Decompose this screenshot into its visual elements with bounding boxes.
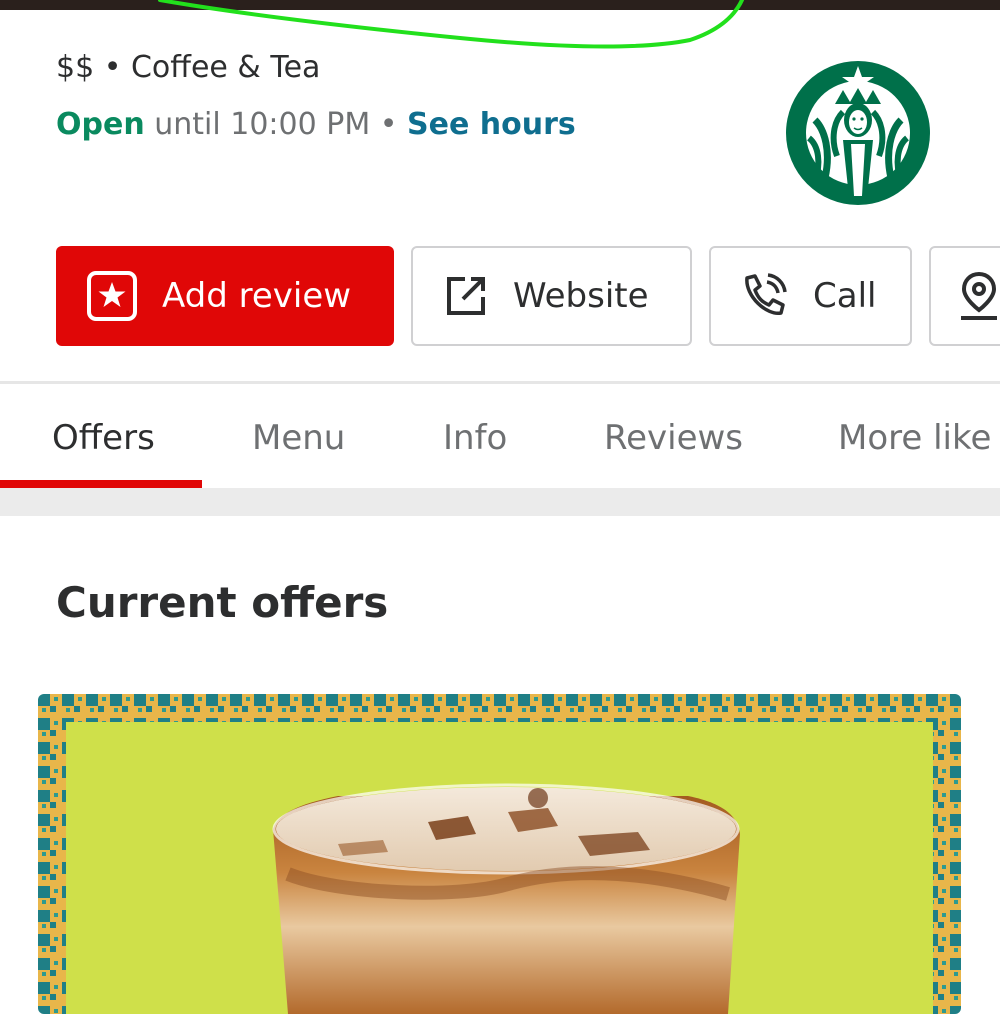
tab-offers[interactable]: Offers	[52, 418, 155, 458]
hours-separator: •	[379, 107, 398, 142]
offer-card[interactable]	[38, 694, 961, 1014]
see-hours-link[interactable]: See hours	[407, 107, 576, 142]
section-divider	[0, 381, 1000, 384]
active-tab-indicator	[0, 480, 202, 488]
tab-reviews[interactable]: Reviews	[604, 418, 743, 458]
website-label: Website	[513, 276, 649, 316]
price-range: $$	[56, 50, 95, 85]
call-button[interactable]: Call	[709, 246, 912, 346]
hours-line: Open until 10:00 PM • See hours	[56, 107, 576, 142]
call-label: Call	[813, 276, 877, 316]
tab-info[interactable]: Info	[443, 418, 507, 458]
meta-separator: •	[103, 50, 122, 85]
external-link-icon	[447, 277, 485, 315]
action-bar: Add review Website Call	[0, 246, 1000, 349]
add-review-button[interactable]: Add review	[56, 246, 394, 346]
hours-text: until 10:00 PM	[154, 107, 371, 142]
current-offers-title: Current offers	[56, 578, 389, 627]
category-label: Coffee & Tea	[130, 50, 321, 85]
phone-icon	[745, 273, 787, 315]
starbucks-siren-logo	[786, 61, 930, 205]
star-in-square-icon	[87, 271, 137, 321]
iced-coffee-drink-photo	[38, 694, 961, 1014]
map-pin-directions-icon	[961, 271, 997, 320]
section-band	[0, 488, 1000, 516]
website-button[interactable]: Website	[411, 246, 692, 346]
open-status: Open	[56, 107, 145, 142]
business-meta: $$ • Coffee & Tea	[56, 50, 320, 85]
tab-bar: Offers Menu Info Reviews More like	[0, 388, 1000, 488]
add-review-label: Add review	[162, 276, 352, 316]
directions-button[interactable]	[929, 246, 1000, 346]
tab-more-like[interactable]: More like	[838, 418, 991, 458]
tab-menu[interactable]: Menu	[252, 418, 345, 458]
